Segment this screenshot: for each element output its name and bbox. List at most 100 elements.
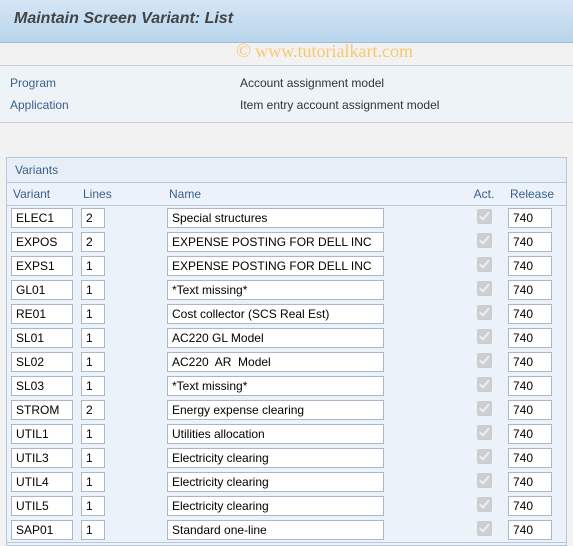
table-row: [7, 374, 566, 398]
active-checkbox[interactable]: [477, 305, 492, 320]
table-row: [7, 278, 566, 302]
table-row: [7, 302, 566, 326]
variant-input[interactable]: [11, 376, 73, 396]
variant-input[interactable]: [11, 448, 73, 468]
name-input[interactable]: [167, 376, 384, 396]
variant-input[interactable]: [11, 328, 73, 348]
active-checkbox[interactable]: [477, 521, 492, 536]
table-row: [7, 206, 566, 231]
variant-input[interactable]: [11, 352, 73, 372]
program-value: Account assignment model: [240, 76, 384, 90]
col-header-lines[interactable]: Lines: [77, 183, 163, 206]
variant-input[interactable]: [11, 304, 73, 324]
variant-input[interactable]: [11, 256, 73, 276]
variants-section: Variants Variant Lines Name Act. Release: [0, 157, 573, 546]
active-checkbox[interactable]: [477, 377, 492, 392]
name-input[interactable]: [167, 352, 384, 372]
col-header-act[interactable]: Act.: [464, 183, 504, 206]
lines-input[interactable]: [81, 520, 105, 540]
name-input[interactable]: [167, 400, 384, 420]
active-checkbox[interactable]: [477, 209, 492, 224]
release-input[interactable]: [508, 376, 552, 396]
release-input[interactable]: [508, 424, 552, 444]
release-input[interactable]: [508, 328, 552, 348]
name-input[interactable]: [167, 496, 384, 516]
release-input[interactable]: [508, 304, 552, 324]
name-input[interactable]: [167, 328, 384, 348]
release-input[interactable]: [508, 448, 552, 468]
application-value: Item entry account assignment model: [240, 98, 439, 112]
name-input[interactable]: [167, 304, 384, 324]
active-checkbox[interactable]: [477, 497, 492, 512]
release-input[interactable]: [508, 472, 552, 492]
table-row: [7, 350, 566, 374]
active-checkbox[interactable]: [477, 425, 492, 440]
name-input[interactable]: [167, 208, 384, 228]
release-input[interactable]: [508, 400, 552, 420]
variant-input[interactable]: [11, 400, 73, 420]
active-checkbox[interactable]: [477, 329, 492, 344]
col-header-name[interactable]: Name: [163, 183, 464, 206]
variants-header: Variants: [6, 157, 567, 182]
variants-grid: Variant Lines Name Act. Release: [6, 182, 567, 546]
release-input[interactable]: [508, 280, 552, 300]
lines-input[interactable]: [81, 376, 105, 396]
col-header-release[interactable]: Release: [504, 183, 566, 206]
variant-input[interactable]: [11, 520, 73, 540]
active-checkbox[interactable]: [477, 449, 492, 464]
active-checkbox[interactable]: [477, 281, 492, 296]
lines-input[interactable]: [81, 208, 105, 228]
release-input[interactable]: [508, 352, 552, 372]
lines-input[interactable]: [81, 352, 105, 372]
info-row-application: Application Item entry account assignmen…: [10, 94, 563, 116]
table-row: [7, 254, 566, 278]
name-input[interactable]: [167, 232, 384, 252]
name-input[interactable]: [167, 472, 384, 492]
copyright-icon: ©: [236, 40, 251, 63]
lines-input[interactable]: [81, 496, 105, 516]
lines-input[interactable]: [81, 280, 105, 300]
release-input[interactable]: [508, 208, 552, 228]
name-input[interactable]: [167, 256, 384, 276]
active-checkbox[interactable]: [477, 257, 492, 272]
lines-input[interactable]: [81, 232, 105, 252]
lines-input[interactable]: [81, 472, 105, 492]
variant-input[interactable]: [11, 496, 73, 516]
lines-input[interactable]: [81, 328, 105, 348]
variant-input[interactable]: [11, 232, 73, 252]
table-row: [7, 398, 566, 422]
release-input[interactable]: [508, 520, 552, 540]
col-header-variant[interactable]: Variant: [7, 183, 77, 206]
program-label: Program: [10, 76, 240, 90]
active-checkbox[interactable]: [477, 401, 492, 416]
table-row: [7, 326, 566, 350]
lines-input[interactable]: [81, 448, 105, 468]
page-title: Maintain Screen Variant: List: [14, 10, 559, 28]
lines-input[interactable]: [81, 256, 105, 276]
lines-input[interactable]: [81, 424, 105, 444]
watermark: © www.tutorialkart.com: [236, 40, 413, 63]
name-input[interactable]: [167, 424, 384, 444]
info-row-program: Program Account assignment model: [10, 72, 563, 94]
variant-input[interactable]: [11, 424, 73, 444]
release-input[interactable]: [508, 256, 552, 276]
active-checkbox[interactable]: [477, 233, 492, 248]
variant-input[interactable]: [11, 472, 73, 492]
lines-input[interactable]: [81, 400, 105, 420]
table-row: [7, 422, 566, 446]
table-row: [7, 446, 566, 470]
table-row: [7, 230, 566, 254]
active-checkbox[interactable]: [477, 353, 492, 368]
release-input[interactable]: [508, 232, 552, 252]
release-input[interactable]: [508, 496, 552, 516]
watermark-text: www.tutorialkart.com: [255, 41, 413, 62]
table-footer-line: [7, 542, 566, 545]
name-input[interactable]: [167, 280, 384, 300]
lines-input[interactable]: [81, 304, 105, 324]
active-checkbox[interactable]: [477, 473, 492, 488]
table-row: [7, 470, 566, 494]
name-input[interactable]: [167, 520, 384, 540]
variant-input[interactable]: [11, 208, 73, 228]
name-input[interactable]: [167, 448, 384, 468]
variant-input[interactable]: [11, 280, 73, 300]
